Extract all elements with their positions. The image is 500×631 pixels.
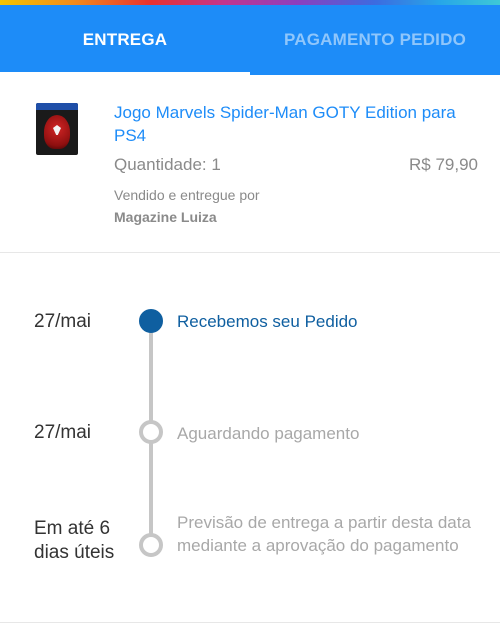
spider-logo-icon: [44, 115, 70, 149]
timeline-status-1: Recebemos seu Pedido: [177, 312, 358, 331]
timeline-dot-pending-icon: [139, 420, 163, 444]
timeline-dot-pending-icon: [139, 533, 163, 557]
timeline-status-2: Aguardando pagamento: [177, 424, 360, 443]
tab-pagamento-pedido[interactable]: PAGAMENTO PEDIDO: [250, 5, 500, 75]
product-price: R$ 79,90: [409, 155, 478, 174]
timeline-status-3: Previsão de entrega a partir desta data …: [177, 513, 471, 555]
product-card: Jogo Marvels Spider-Man GOTY Edition par…: [0, 75, 500, 253]
divider: [0, 622, 500, 623]
seller-label: Vendido e entregue por: [114, 187, 260, 203]
tab-entrega[interactable]: ENTREGA: [0, 5, 250, 75]
timeline-date-2: 27/mai: [34, 422, 92, 443]
ps4-banner: [36, 103, 78, 110]
delivery-timeline: 27/mai Recebemos seu Pedido 27/mai Aguar…: [0, 253, 500, 631]
product-quantity: Quantidade: 1: [114, 155, 221, 174]
timeline-date-1: 27/mai: [34, 311, 92, 332]
game-cover-image[interactable]: [36, 103, 78, 155]
timeline-date-3: Em até 6 dias úteis: [34, 518, 115, 563]
seller-name: Magazine Luiza: [114, 209, 217, 225]
timeline-dot-done-icon: [139, 309, 163, 333]
product-title[interactable]: Jogo Marvels Spider-Man GOTY Edition par…: [114, 101, 484, 147]
tab-bar: ENTREGA PAGAMENTO PEDIDO: [0, 0, 500, 75]
